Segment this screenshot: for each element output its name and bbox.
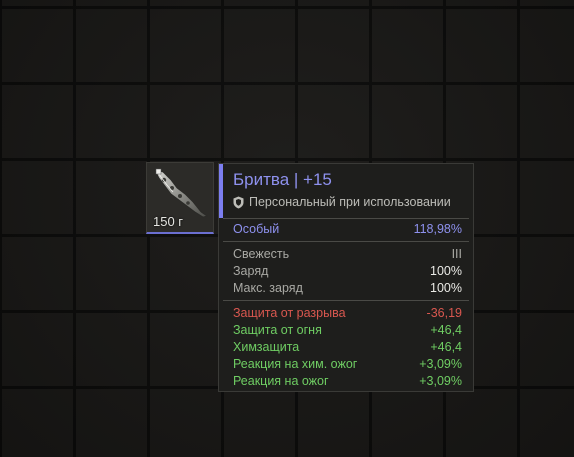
- protection-row: Защита от огня +46,4: [233, 323, 462, 339]
- divider: [223, 218, 469, 219]
- protection-value: +3,09%: [419, 374, 462, 388]
- protection-row: Реакция на ожог +3,09%: [233, 374, 462, 390]
- stat-value: III: [451, 247, 462, 261]
- protection-label: Защита от огня: [233, 323, 322, 337]
- rarity-label: Особый: [233, 222, 280, 236]
- stat-value: 100%: [430, 281, 462, 295]
- divider: [223, 300, 469, 301]
- inventory-item-razor[interactable]: 150 г: [146, 162, 214, 234]
- stat-value: 100%: [430, 264, 462, 278]
- stat-row: Макс. заряд 100%: [233, 281, 462, 297]
- stat-row: Заряд 100%: [233, 264, 462, 280]
- protection-value: +46,4: [430, 340, 462, 354]
- protection-row: Химзащита +46,4: [233, 340, 462, 356]
- protection-label: Защита от разрыва: [233, 306, 346, 320]
- shield-icon: [233, 196, 244, 208]
- protection-row: Реакция на хим. ожог +3,09%: [233, 357, 462, 373]
- item-subtitle: Персональный при использовании: [249, 195, 451, 209]
- protection-label: Химзащита: [233, 340, 300, 354]
- item-subtitle-row: Персональный при использовании: [233, 195, 451, 209]
- protection-row: Защита от разрыва -36,19: [233, 306, 462, 322]
- item-tooltip: Бритва | +15 Персональный при использова…: [218, 163, 474, 392]
- stat-label: Заряд: [233, 264, 269, 278]
- protection-value: +46,4: [430, 323, 462, 337]
- stat-row: Свежесть III: [233, 247, 462, 263]
- protection-value: +3,09%: [419, 357, 462, 371]
- protection-value: -36,19: [426, 306, 462, 320]
- item-title: Бритва | +15: [233, 170, 332, 189]
- item-weight: 150 г: [153, 214, 184, 229]
- protection-label: Реакция на ожог: [233, 374, 329, 388]
- tooltip-accent-bar: [219, 164, 223, 218]
- rarity-row: Особый 118,98%: [233, 222, 462, 238]
- razor-blade-icon: [154, 168, 208, 218]
- divider: [223, 241, 469, 242]
- stat-label: Макс. заряд: [233, 281, 303, 295]
- stat-label: Свежесть: [233, 247, 290, 261]
- rarity-value: 118,98%: [413, 222, 462, 236]
- protection-label: Реакция на хим. ожог: [233, 357, 358, 371]
